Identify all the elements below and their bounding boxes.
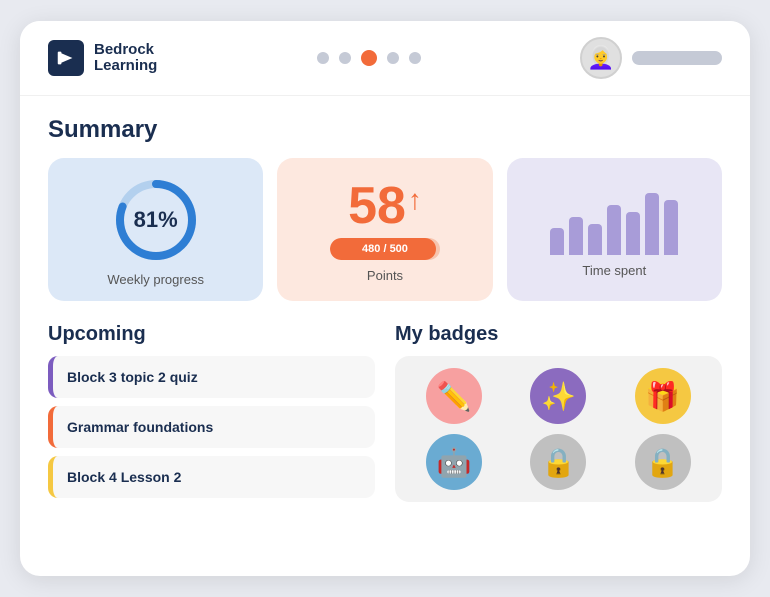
main-card: Bedrock Learning 👩‍🦳 Summary — [20, 21, 750, 576]
badge-lock1-icon: 🔒 — [541, 446, 576, 479]
nav-dot-2[interactable] — [339, 52, 351, 64]
progress-card: 81% Weekly progress — [48, 158, 263, 301]
upcoming-item-2-label: Grammar foundations — [67, 419, 213, 435]
points-label: Points — [367, 268, 403, 283]
points-card: 58 ↑ 480 / 500 Points — [277, 158, 492, 301]
badge-box[interactable]: 🎁 — [635, 368, 691, 424]
upcoming-item-1[interactable]: Block 3 topic 2 quiz — [48, 356, 375, 398]
badge-robot-icon: 🤖 — [437, 446, 472, 479]
summary-row: 81% Weekly progress 58 ↑ 480 / 500 Point… — [48, 158, 722, 301]
avatar[interactable]: 👩‍🦳 — [580, 37, 622, 79]
progress-ring: 81% — [112, 176, 200, 264]
summary-title: Summary — [48, 116, 722, 144]
badge-magic[interactable]: ✨ — [530, 368, 586, 424]
nav-dot-4[interactable] — [387, 52, 399, 64]
time-card: Time spent — [507, 158, 722, 301]
upcoming-section: Upcoming Block 3 topic 2 quiz Grammar fo… — [48, 323, 375, 502]
header: Bedrock Learning 👩‍🦳 — [20, 21, 750, 96]
time-bar-6 — [645, 193, 659, 255]
nav-dot-3-active[interactable] — [361, 50, 377, 66]
brand-line1: Bedrock — [94, 42, 157, 59]
points-arrow: ↑ — [408, 186, 422, 214]
badges-grid: ✏️ ✨ 🎁 🤖 🔒 🔒 — [395, 356, 722, 502]
upcoming-list: Block 3 topic 2 quiz Grammar foundations… — [48, 356, 375, 498]
upcoming-item-2[interactable]: Grammar foundations — [48, 406, 375, 448]
time-bar-1 — [550, 228, 564, 255]
time-bar-3 — [588, 224, 602, 256]
badges-section: My badges ✏️ ✨ 🎁 🤖 🔒 — [395, 323, 722, 502]
badge-box-icon: 🎁 — [645, 380, 680, 413]
progress-value: 81% — [134, 207, 178, 233]
time-bar-5 — [626, 212, 640, 255]
logo-icon — [48, 40, 84, 76]
bottom-row: Upcoming Block 3 topic 2 quiz Grammar fo… — [48, 323, 722, 502]
upcoming-title: Upcoming — [48, 323, 375, 346]
nav-dots — [317, 50, 421, 66]
upcoming-item-1-label: Block 3 topic 2 quiz — [67, 369, 198, 385]
main-content: Summary 81% Weekly progress 58 ↑ — [20, 96, 750, 576]
avatar-icon: 👩‍🦳 — [587, 45, 614, 71]
badge-robot[interactable]: 🤖 — [426, 434, 482, 490]
logo-area: Bedrock Learning — [48, 40, 157, 76]
username-bar — [632, 51, 722, 65]
time-bar-7 — [664, 200, 678, 255]
time-label: Time spent — [582, 263, 646, 278]
badge-lock2[interactable]: 🔒 — [635, 434, 691, 490]
time-chart — [550, 185, 678, 255]
points-bar-text: 480 / 500 — [362, 243, 408, 255]
badges-title: My badges — [395, 323, 722, 346]
user-area: 👩‍🦳 — [580, 37, 722, 79]
nav-dot-5[interactable] — [409, 52, 421, 64]
points-number: 58 — [348, 180, 406, 232]
time-bar-2 — [569, 217, 583, 256]
badge-lock2-icon: 🔒 — [645, 446, 680, 479]
progress-label: Weekly progress — [107, 272, 204, 287]
badge-pencil[interactable]: ✏️ — [426, 368, 482, 424]
upcoming-item-3[interactable]: Block 4 Lesson 2 — [48, 456, 375, 498]
brand-line2: Learning — [94, 58, 157, 75]
badge-pencil-icon: ✏️ — [437, 380, 472, 413]
points-value-row: 58 ↑ — [348, 180, 422, 232]
badge-lock1[interactable]: 🔒 — [530, 434, 586, 490]
points-bar: 480 / 500 — [330, 238, 440, 260]
time-bar-4 — [607, 205, 621, 255]
badge-magic-icon: ✨ — [541, 380, 576, 413]
upcoming-item-3-label: Block 4 Lesson 2 — [67, 469, 181, 485]
logo-text: Bedrock Learning — [94, 42, 157, 75]
nav-dot-1[interactable] — [317, 52, 329, 64]
